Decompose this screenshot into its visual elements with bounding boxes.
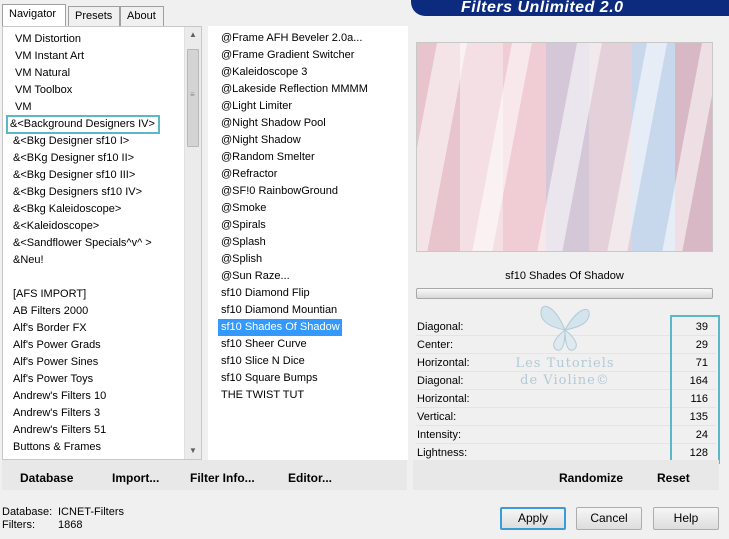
filter-item[interactable]: @Light Limiter xyxy=(218,98,406,115)
category-item[interactable]: VM Toolbox xyxy=(3,82,187,99)
filter-item[interactable]: @Night Shadow Pool xyxy=(218,115,406,132)
category-items: VM Distortion VM Instant Art VM Natural VM … xyxy=(3,31,187,459)
param-label: Horizontal: xyxy=(417,357,470,369)
scroll-down-arrow-icon[interactable]: ▼ xyxy=(185,443,201,459)
category-item[interactable]: VM Distortion xyxy=(3,31,187,48)
preview-tile xyxy=(503,169,546,211)
filter-item[interactable]: sf10 Slice N Dice xyxy=(218,353,406,370)
category-item[interactable]: AB Filters 2000 xyxy=(3,303,187,320)
filter-item[interactable]: @Night Shadow xyxy=(218,132,406,149)
apply-button[interactable]: Apply xyxy=(500,507,566,530)
filter-item[interactable]: @Lakeside Reflection MMMM xyxy=(218,81,406,98)
category-item[interactable]: VM Natural xyxy=(3,65,187,82)
preview-tile xyxy=(460,43,503,85)
filter-item[interactable]: @Frame AFH Beveler 2.0a... xyxy=(218,30,406,47)
filter-item[interactable]: @Random Smelter xyxy=(218,149,406,166)
category-item[interactable]: &<Kaleidoscope> xyxy=(3,218,187,235)
category-item[interactable]: &<Bkg Designer sf10 III> xyxy=(3,167,187,184)
category-item[interactable]: &<Bkg Designers sf10 IV> xyxy=(3,184,187,201)
editor-link[interactable]: Editor... xyxy=(288,464,332,492)
category-item[interactable]: Alf's Power Grads xyxy=(3,337,187,354)
category-item[interactable]: Andrew's Filters 10 xyxy=(3,388,187,405)
preview-pattern xyxy=(417,43,712,251)
filter-item[interactable]: sf10 Sheer Curve xyxy=(218,336,406,353)
category-list[interactable]: VM Distortion VM Instant Art VM Natural VM … xyxy=(2,26,202,460)
preview-tile xyxy=(460,85,503,127)
category-item[interactable]: Andrew's Filters 3 xyxy=(3,405,187,422)
category-item[interactable]: &<Bkg Designer sf10 I> xyxy=(3,133,187,150)
filter-item[interactable]: @Smoke xyxy=(218,200,406,217)
filter-item[interactable]: @Sun Raze... xyxy=(218,268,406,285)
param-label: Intensity: xyxy=(417,429,462,441)
category-item[interactable]: [AFS IMPORT] xyxy=(3,286,187,303)
category-item[interactable]: &<BKg Designer sf10 II> xyxy=(3,150,187,167)
filter-item[interactable]: @Refractor xyxy=(218,166,406,183)
category-item[interactable]: &<Bkg Kaleidoscope> xyxy=(3,201,187,218)
cancel-button[interactable]: Cancel xyxy=(576,507,642,530)
scroll-up-arrow-icon[interactable]: ▲ xyxy=(185,27,201,43)
category-item[interactable]: Alf's Border FX xyxy=(3,320,187,337)
filter-item[interactable]: sf10 Diamond Mountian xyxy=(218,302,406,319)
category-item[interactable] xyxy=(3,269,187,286)
filter-items: @Frame AFH Beveler 2.0a... @Frame Gradien… xyxy=(218,30,406,404)
category-item[interactable]: VM xyxy=(3,99,187,116)
preview-tile xyxy=(589,85,632,127)
randomize-link[interactable]: Randomize xyxy=(559,464,623,492)
category-item[interactable]: Alf's Power Toys xyxy=(3,371,187,388)
param-label: Diagonal: xyxy=(417,375,464,387)
category-item[interactable]: &<Sandflower Specials^v^ > xyxy=(3,235,187,252)
filter-item[interactable]: @Kaleidoscope 3 xyxy=(218,64,406,81)
selected-filter-name: sf10 Shades Of Shadow xyxy=(505,270,624,282)
filter-item[interactable]: @Splish xyxy=(218,251,406,268)
filters-count: 1868 xyxy=(58,519,83,531)
category-item[interactable]: Alf's Power Sines xyxy=(3,354,187,371)
category-item[interactable]: &Neu! xyxy=(3,252,187,269)
filter-list[interactable]: @Frame AFH Beveler 2.0a... @Frame Gradien… xyxy=(208,26,408,460)
link-toolbar: Database Import... Filter Info... Editor… xyxy=(4,464,724,492)
scrollbar-thumb[interactable]: ≡ xyxy=(187,49,199,147)
category-item[interactable]: Buttons & Frames xyxy=(3,439,187,456)
help-button[interactable]: Help xyxy=(653,507,719,530)
import-link[interactable]: Import... xyxy=(112,464,159,492)
database-link[interactable]: Database xyxy=(20,464,73,492)
values-highlight-box xyxy=(670,315,720,464)
database-label: Database: xyxy=(2,506,53,518)
grip-icon: ≡ xyxy=(190,90,195,99)
tab-presets[interactable]: Presets xyxy=(68,6,120,26)
category-item[interactable]: Andrew's Filters 51 xyxy=(3,422,187,439)
category-item[interactable]: &<Background Designers IV> xyxy=(6,115,160,134)
filter-item-selected[interactable]: sf10 Shades Of Shadow xyxy=(218,319,342,336)
reset-link[interactable]: Reset xyxy=(657,464,690,492)
app-banner: Filters Unlimited 2.0 xyxy=(411,0,729,16)
status-area: Database: ICNET-Filters Filters: 1868 xyxy=(2,506,124,532)
param-label: Center: xyxy=(417,339,454,351)
tab-about[interactable]: About xyxy=(120,6,164,26)
database-value: ICNET-Filters xyxy=(58,506,124,518)
filter-item[interactable]: @SF!0 RainbowGround xyxy=(218,183,406,200)
progress-bar xyxy=(416,288,713,299)
filter-item[interactable]: sf10 Diamond Flip xyxy=(218,285,406,302)
filters-label: Filters: xyxy=(2,519,35,531)
param-label: Diagonal: xyxy=(417,321,464,333)
filter-item[interactable]: @Spirals xyxy=(218,217,406,234)
param-label: Horizontal: xyxy=(417,393,470,405)
category-scrollbar[interactable]: ▲ ≡ ▼ xyxy=(184,27,201,459)
filter-item[interactable]: @Splash xyxy=(218,234,406,251)
category-item[interactable]: VM Instant Art xyxy=(3,48,187,65)
filter-item[interactable]: THE TWIST TUT xyxy=(218,387,406,404)
preview-image xyxy=(416,42,713,252)
filter-item[interactable]: @Frame Gradient Switcher xyxy=(218,47,406,64)
param-label: Vertical: xyxy=(417,411,457,423)
tab-navigator[interactable]: Navigator xyxy=(2,4,66,26)
filter-info-link[interactable]: Filter Info... xyxy=(190,464,255,492)
filter-item[interactable]: sf10 Square Bumps xyxy=(218,370,406,387)
